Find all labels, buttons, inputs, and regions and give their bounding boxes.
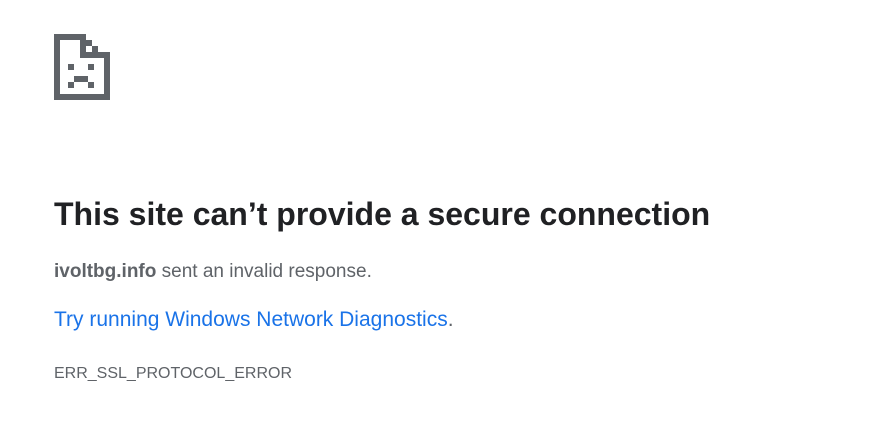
diagnostics-suggestion: Try running Windows Network Diagnostics. (54, 307, 874, 333)
sad-page-icon (54, 34, 110, 100)
error-code: ERR_SSL_PROTOCOL_ERROR (54, 365, 292, 382)
description-text: sent an invalid response. (156, 261, 372, 282)
host-name: ivoltbg.info (54, 261, 157, 282)
error-page: This site can’t provide a secure connect… (54, 34, 874, 384)
diagnostics-period: . (447, 308, 454, 331)
network-diagnostics-link[interactable]: Try running Windows Network Diagnostics (54, 308, 448, 331)
page-title: This site can’t provide a secure connect… (54, 196, 711, 232)
error-description: ivoltbg.info sent an invalid response. (54, 260, 874, 284)
